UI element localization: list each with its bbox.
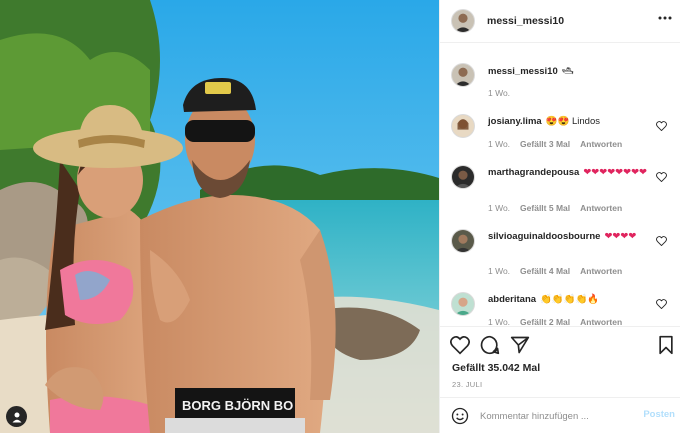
caption: messi_messi10 🛥 — [488, 65, 668, 79]
like-count[interactable]: Gefällt 35.042 Mal — [452, 362, 540, 374]
caption-text: 🛥 — [561, 66, 574, 77]
comment-likes[interactable]: Gefällt 3 Mal — [520, 139, 570, 149]
comment-likes[interactable]: Gefällt 5 Mal — [520, 203, 570, 213]
caption-time[interactable]: 1 Wo. — [488, 88, 510, 98]
comment-time[interactable]: 1 Wo. — [488, 317, 510, 326]
comment-username[interactable]: marthagrandepousa — [488, 167, 579, 178]
comment-bubble-icon[interactable] — [480, 335, 500, 355]
comment: silvioaguinaldoosbourne ❤❤❤❤ — [488, 230, 668, 244]
beach-photo-illustration: BORG BJÖRN BO — [0, 0, 439, 433]
comment-username[interactable]: josiany.lima — [488, 116, 542, 127]
comment-composer: Posten — [440, 397, 680, 433]
post-sidebar: messi_messi10 messi_messi10 🛥 1 Wo. josia… — [439, 0, 680, 433]
post-header: messi_messi10 — [440, 0, 680, 43]
emoji-smiley-icon[interactable] — [451, 407, 469, 425]
comment-username[interactable]: silvioaguinaldoosbourne — [488, 231, 600, 242]
post-actions: Gefällt 35.042 Mal 23. JULI — [440, 326, 680, 396]
comment-avatar[interactable] — [451, 165, 475, 189]
share-send-icon[interactable] — [510, 335, 530, 355]
bookmark-icon[interactable] — [656, 335, 676, 355]
like-heart-icon[interactable] — [656, 299, 667, 309]
like-heart-icon[interactable] — [656, 236, 667, 246]
comment-likes[interactable]: Gefällt 2 Mal — [520, 317, 570, 326]
comment-time[interactable]: 1 Wo. — [488, 203, 510, 213]
comment-text: 😍😍 Lindos — [545, 116, 600, 127]
comment-username[interactable]: abderitana — [488, 294, 536, 305]
post-date[interactable]: 23. JULI — [452, 380, 482, 389]
reply-button[interactable]: Antworten — [580, 266, 622, 276]
post-photo[interactable]: BORG BJÖRN BO — [0, 0, 439, 433]
comment-meta: 1 Wo. Gefällt 2 Mal Antworten — [488, 317, 632, 326]
header-username[interactable]: messi_messi10 — [487, 15, 564, 27]
post-comment-button[interactable]: Posten — [643, 409, 675, 420]
comment-input[interactable] — [480, 406, 630, 426]
caption-username[interactable]: messi_messi10 — [488, 66, 558, 77]
comment-likes[interactable]: Gefällt 4 Mal — [520, 266, 570, 276]
caption-meta: 1 Wo. — [488, 88, 520, 98]
comment-text: ❤❤❤❤❤❤❤❤ — [583, 167, 648, 178]
comment-text: 👏👏👏👏🔥 — [540, 294, 600, 305]
reply-button[interactable]: Antworten — [580, 203, 622, 213]
like-heart-icon[interactable] — [450, 335, 470, 355]
reply-button[interactable]: Antworten — [580, 139, 622, 149]
person-icon[interactable] — [6, 406, 27, 427]
comment: abderitana 👏👏👏👏🔥 — [488, 293, 668, 307]
more-dots-icon[interactable] — [657, 12, 673, 24]
comment-meta: 1 Wo. Gefällt 5 Mal Antworten — [488, 203, 632, 213]
comments-list: messi_messi10 🛥 1 Wo. josiany.lima 😍😍 Lind… — [440, 44, 680, 326]
comment-time[interactable]: 1 Wo. — [488, 266, 510, 276]
like-heart-icon[interactable] — [656, 172, 667, 182]
comment-time[interactable]: 1 Wo. — [488, 139, 510, 149]
comment-meta: 1 Wo. Gefällt 4 Mal Antworten — [488, 266, 632, 276]
comment: josiany.lima 😍😍 Lindos — [488, 115, 668, 129]
avatar[interactable] — [451, 9, 475, 33]
comment-text: ❤❤❤❤ — [604, 231, 637, 242]
comment-avatar[interactable] — [451, 229, 475, 253]
comment-meta: 1 Wo. Gefällt 3 Mal Antworten — [488, 139, 632, 149]
comment: marthagrandepousa ❤❤❤❤❤❤❤❤ — [488, 166, 668, 180]
comment-avatar[interactable] — [451, 114, 475, 138]
comment-avatar[interactable] — [451, 292, 475, 316]
reply-button[interactable]: Antworten — [580, 317, 622, 326]
svg-text:BORG BJÖRN BO: BORG BJÖRN BO — [182, 398, 293, 413]
like-heart-icon[interactable] — [656, 121, 667, 131]
caption-avatar[interactable] — [451, 63, 475, 87]
